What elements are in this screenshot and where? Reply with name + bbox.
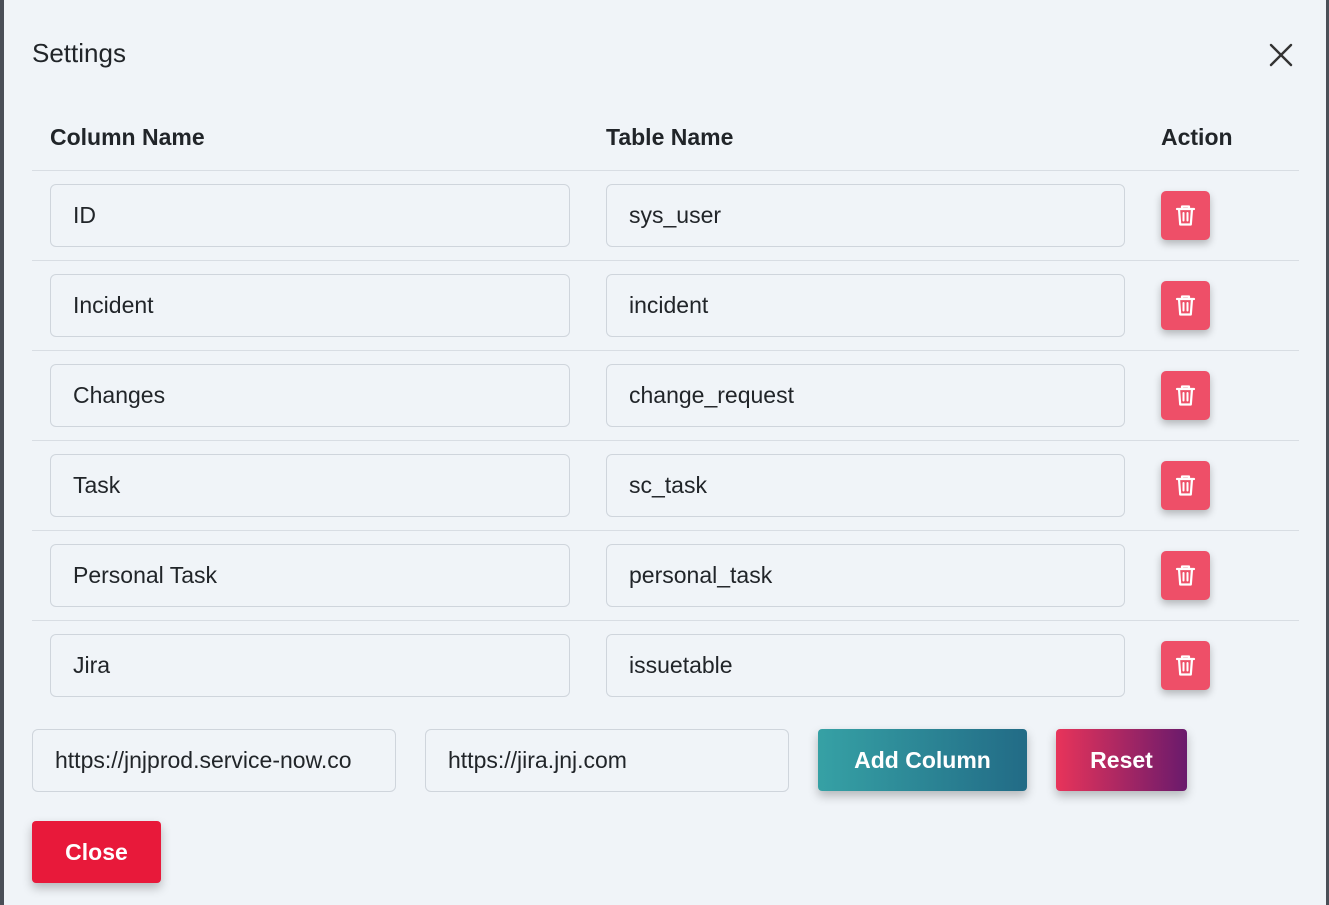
- bottom-controls: https://jnjprod.service-now.co https://j…: [4, 729, 1326, 883]
- delete-row-button[interactable]: [1161, 191, 1210, 240]
- close-button[interactable]: Close: [32, 821, 161, 883]
- table-row: Jira issuetable: [32, 621, 1299, 710]
- header-column-name: Column Name: [50, 124, 205, 150]
- table-name-input[interactable]: issuetable: [606, 634, 1125, 697]
- delete-row-button[interactable]: [1161, 281, 1210, 330]
- table-row: Personal Task personal_task: [32, 531, 1299, 621]
- table-name-input[interactable]: change_request: [606, 364, 1125, 427]
- table-row: Task sc_task: [32, 441, 1299, 531]
- table-header: Column Name Table Name Action: [32, 110, 1299, 171]
- delete-row-button[interactable]: [1161, 461, 1210, 510]
- column-name-input[interactable]: Jira: [50, 634, 570, 697]
- settings-modal: Settings Column Name Table Name Action I…: [4, 0, 1326, 905]
- table-name-input[interactable]: sys_user: [606, 184, 1125, 247]
- column-name-input[interactable]: Incident: [50, 274, 570, 337]
- table-name-input[interactable]: incident: [606, 274, 1125, 337]
- table-name-input[interactable]: personal_task: [606, 544, 1125, 607]
- table-row: Changes change_request: [32, 351, 1299, 441]
- jira-url-input[interactable]: https://jira.jnj.com: [425, 729, 789, 792]
- column-name-input[interactable]: ID: [50, 184, 570, 247]
- table-name-input[interactable]: sc_task: [606, 454, 1125, 517]
- column-name-input[interactable]: Task: [50, 454, 570, 517]
- close-icon[interactable]: [1266, 40, 1296, 70]
- column-name-input[interactable]: Changes: [50, 364, 570, 427]
- delete-row-button[interactable]: [1161, 641, 1210, 690]
- header-action: Action: [1161, 124, 1233, 150]
- table-row: ID sys_user: [32, 171, 1299, 261]
- delete-row-button[interactable]: [1161, 551, 1210, 600]
- modal-title: Settings: [32, 38, 126, 68]
- settings-table: Column Name Table Name Action ID sys_user…: [32, 110, 1299, 710]
- add-column-button[interactable]: Add Column: [818, 729, 1027, 791]
- reset-button[interactable]: Reset: [1056, 729, 1187, 791]
- delete-row-button[interactable]: [1161, 371, 1210, 420]
- header-table-name: Table Name: [606, 124, 734, 150]
- column-name-input[interactable]: Personal Task: [50, 544, 570, 607]
- servicenow-url-input[interactable]: https://jnjprod.service-now.co: [32, 729, 396, 792]
- table-row: Incident incident: [32, 261, 1299, 351]
